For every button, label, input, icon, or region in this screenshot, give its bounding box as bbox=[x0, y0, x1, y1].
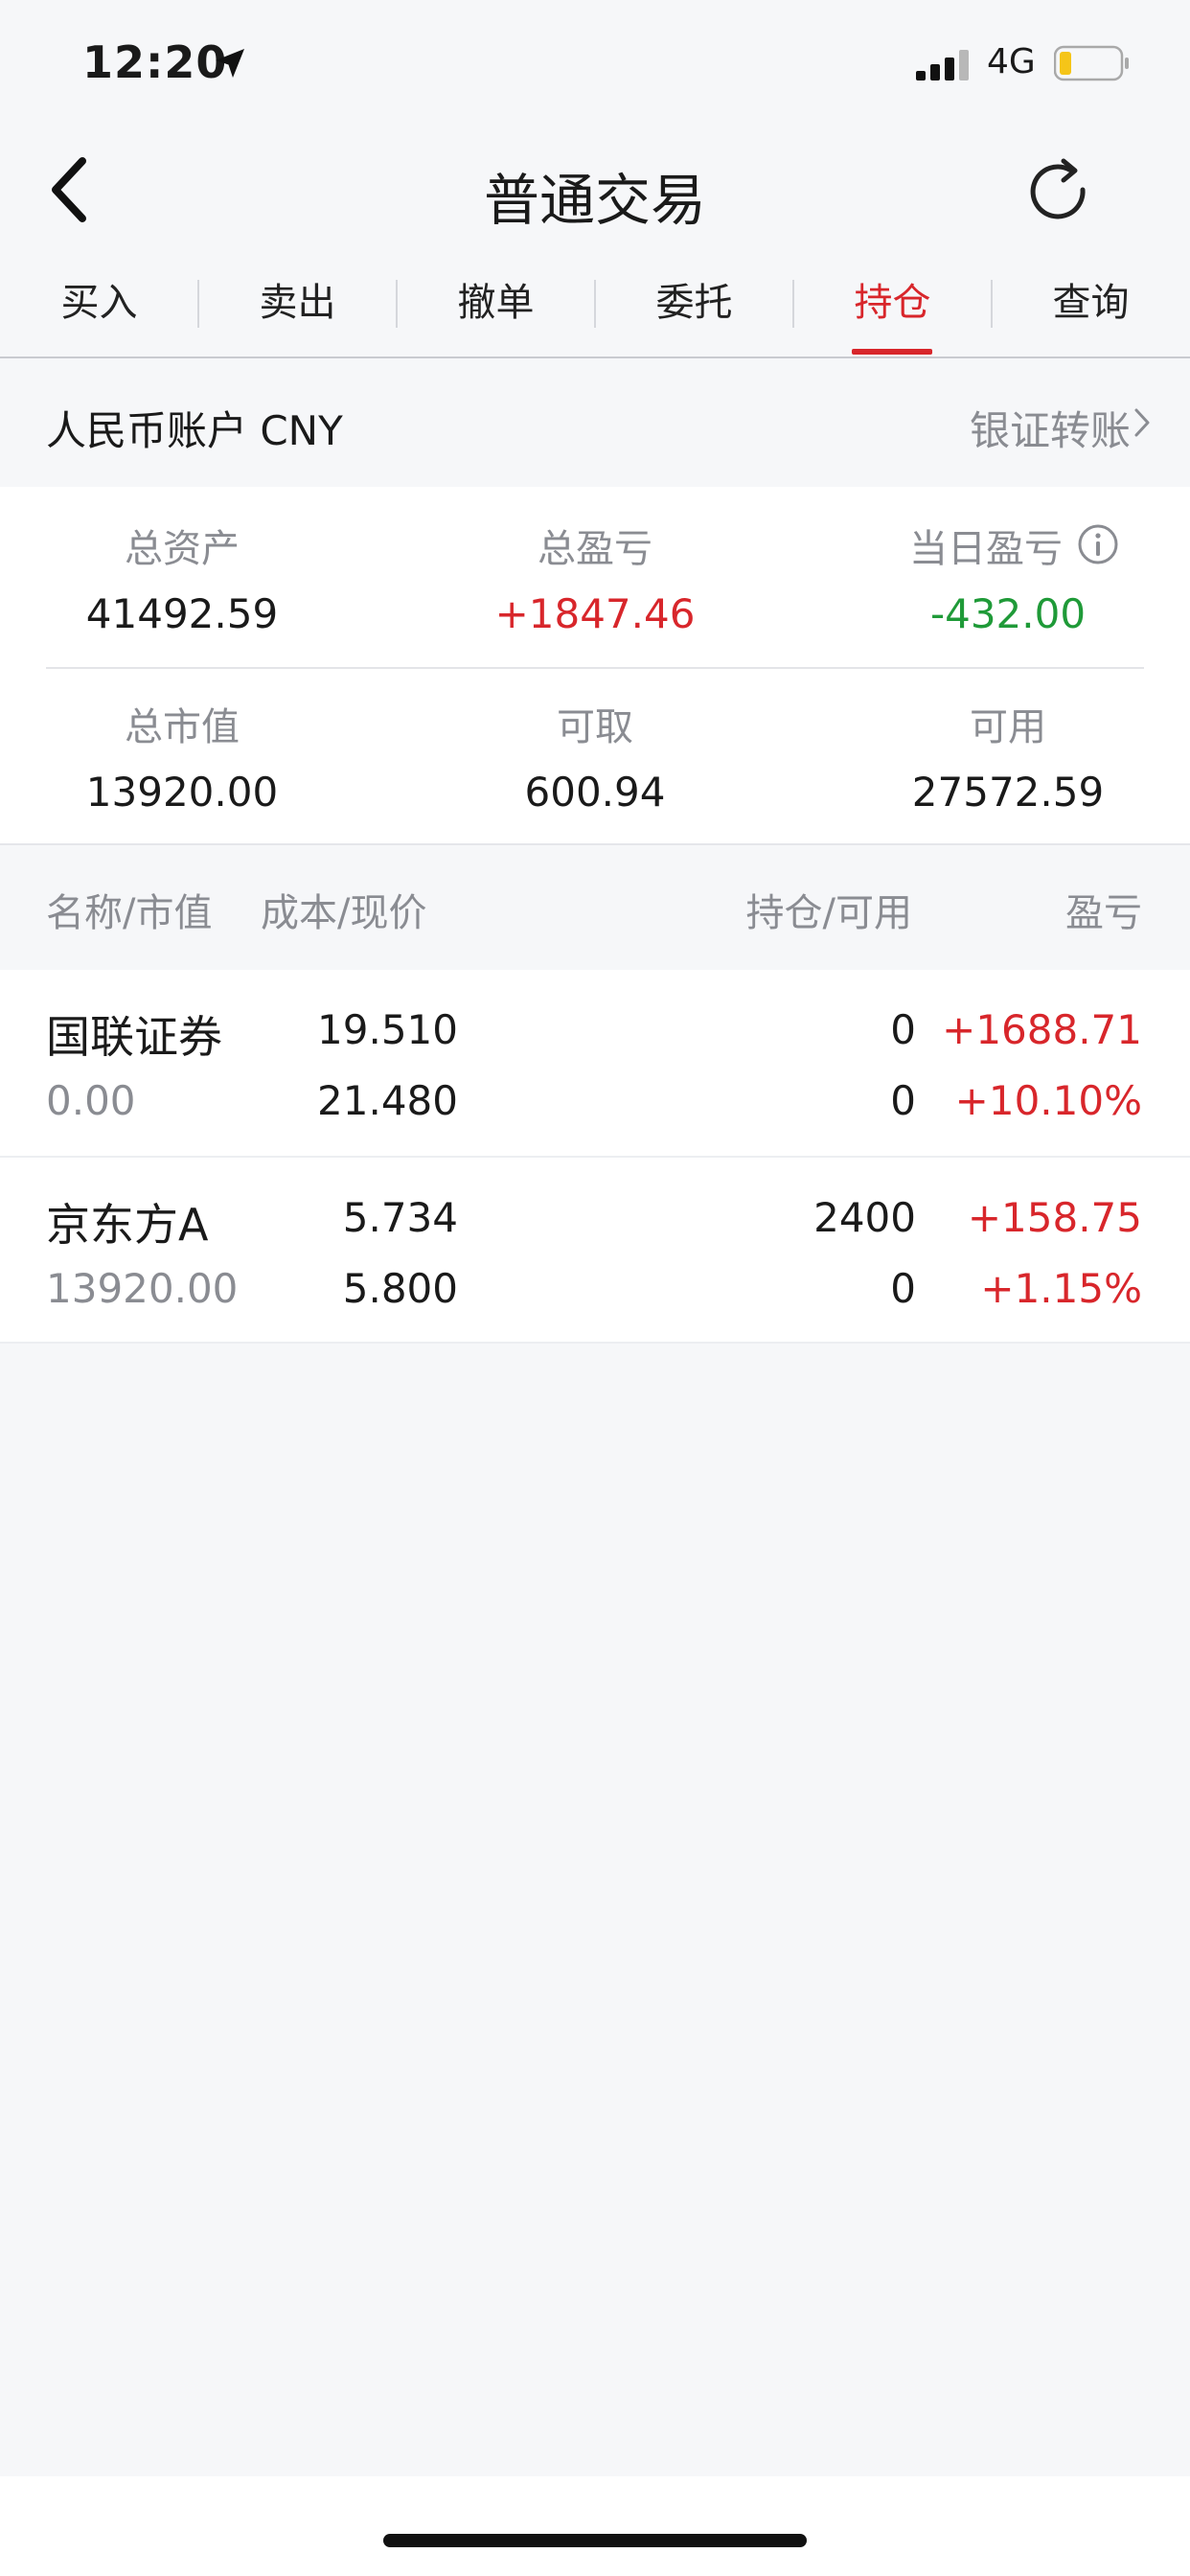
total-pl: 总盈亏 +1847.46 bbox=[413, 518, 777, 637]
stock-available: 0 bbox=[890, 1077, 916, 1124]
chevron-right-icon[interactable] bbox=[1133, 406, 1152, 439]
info-icon[interactable] bbox=[1077, 523, 1119, 565]
withdrawable: 可取 600.94 bbox=[413, 696, 777, 816]
holding-row[interactable]: 国联证券 0.00 19.510 21.480 0 0 +1688.71 +10… bbox=[0, 970, 1190, 1156]
stock-pl-pct: +10.10% bbox=[954, 1077, 1142, 1124]
total-assets-value: 41492.59 bbox=[85, 590, 279, 637]
stock-cost: 5.734 bbox=[342, 1194, 458, 1241]
stock-name: 京东方A bbox=[46, 1199, 209, 1251]
tab-query[interactable]: 查询 bbox=[992, 255, 1190, 356]
stock-market-value: 0.00 bbox=[46, 1077, 136, 1124]
total-assets-label: 总资产 bbox=[125, 527, 240, 571]
home-indicator[interactable] bbox=[383, 2534, 807, 2547]
bottom-safe-area bbox=[0, 2476, 1190, 2576]
header-name-value: 名称/市值 bbox=[46, 891, 213, 935]
total-pl-label: 总盈亏 bbox=[538, 527, 652, 571]
tab-cancel[interactable]: 撤单 bbox=[397, 255, 595, 356]
stock-position: 2400 bbox=[813, 1194, 916, 1241]
status-bar: 12:20 4G bbox=[0, 0, 1190, 130]
account-label: 人民币账户 CNY bbox=[46, 407, 343, 454]
market-value-value: 13920.00 bbox=[85, 769, 279, 816]
market-value: 总市值 13920.00 bbox=[0, 696, 364, 816]
available-label: 可用 bbox=[970, 705, 1046, 749]
nav-bar: 普通交易 bbox=[0, 130, 1190, 255]
stock-price: 5.800 bbox=[342, 1265, 458, 1312]
total-pl-value: +1847.46 bbox=[494, 590, 696, 637]
holdings-table-header: 名称/市值 成本/现价 持仓/可用 盈亏 bbox=[0, 845, 1190, 970]
stock-position: 0 bbox=[890, 1006, 916, 1053]
signal-icon bbox=[916, 50, 969, 80]
page-title: 普通交易 bbox=[483, 168, 706, 233]
tab-positions[interactable]: 持仓 bbox=[793, 255, 992, 356]
daily-pl: 当日盈亏 -432.00 bbox=[826, 518, 1190, 637]
header-cost-price: 成本/现价 bbox=[261, 891, 427, 935]
summary-divider bbox=[46, 667, 1144, 669]
refresh-icon[interactable] bbox=[1027, 155, 1098, 232]
header-pl: 盈亏 bbox=[1065, 891, 1142, 935]
stock-available: 0 bbox=[890, 1265, 916, 1312]
tab-bar: 买入 卖出 撤单 委托 持仓 查询 bbox=[0, 255, 1190, 358]
stock-pl: +1688.71 bbox=[942, 1006, 1142, 1053]
stock-pl: +158.75 bbox=[967, 1194, 1142, 1241]
stock-market-value: 13920.00 bbox=[46, 1265, 239, 1312]
market-value-label: 总市值 bbox=[125, 705, 240, 749]
row-divider bbox=[0, 1342, 1190, 1344]
account-row: 人民币账户 CNY 银证转账 bbox=[0, 358, 1190, 487]
tab-buy[interactable]: 买入 bbox=[0, 255, 198, 356]
bank-transfer-link[interactable]: 银证转账 bbox=[970, 399, 1131, 457]
tab-orders[interactable]: 委托 bbox=[595, 255, 793, 356]
available-value: 27572.59 bbox=[911, 769, 1105, 816]
daily-pl-label: 当日盈亏 bbox=[909, 527, 1063, 571]
account-summary: 总资产 41492.59 总盈亏 +1847.46 当日盈亏 -432.00 总… bbox=[0, 487, 1190, 845]
total-assets: 总资产 41492.59 bbox=[0, 518, 364, 637]
status-time: 12:20 bbox=[82, 36, 228, 88]
daily-pl-value: -432.00 bbox=[929, 590, 1087, 637]
location-arrow-icon bbox=[216, 49, 244, 78]
withdrawable-value: 600.94 bbox=[524, 769, 666, 816]
stock-name: 国联证券 bbox=[46, 1011, 222, 1063]
battery-icon bbox=[1054, 45, 1129, 81]
tab-sell[interactable]: 卖出 bbox=[198, 255, 397, 356]
stock-cost: 19.510 bbox=[317, 1006, 458, 1053]
holding-row[interactable]: 京东方A 13920.00 5.734 5.800 2400 0 +158.75… bbox=[0, 1158, 1190, 1344]
network-type: 4G bbox=[987, 42, 1036, 81]
stock-pl-pct: +1.15% bbox=[980, 1265, 1142, 1312]
withdrawable-label: 可取 bbox=[557, 705, 633, 749]
available: 可用 27572.59 bbox=[826, 696, 1190, 816]
stock-price: 21.480 bbox=[317, 1077, 458, 1124]
active-tab-indicator bbox=[852, 349, 932, 355]
header-position-available: 持仓/可用 bbox=[745, 891, 912, 935]
